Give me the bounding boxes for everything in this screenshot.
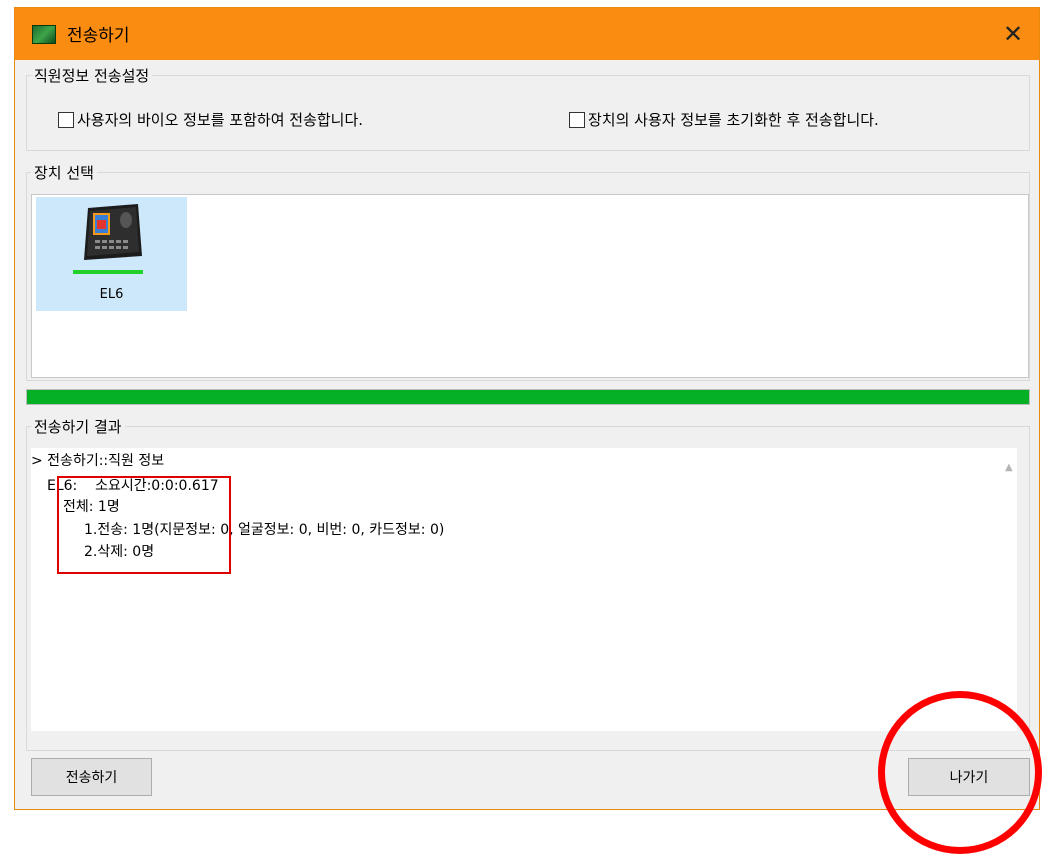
close-icon[interactable]: ✕ — [987, 8, 1039, 60]
progress-fill — [27, 390, 1029, 404]
annotation-highlight-rect — [57, 476, 231, 574]
include-bio-label: 사용자의 바이오 정보를 포함하여 전송합니다. — [77, 111, 364, 129]
device-item-el6[interactable]: EL6 — [36, 197, 187, 311]
checkbox-icon[interactable] — [569, 111, 585, 128]
log-line: > 전송하기::직원 정보 — [31, 453, 165, 469]
window-title: 전송하기 — [67, 26, 130, 46]
init-device-users-checkbox[interactable]: 장치의 사용자 정보를 초기화한 후 전송합니다. — [569, 109, 879, 130]
checkbox-icon[interactable] — [58, 111, 74, 128]
progress-bar — [26, 389, 1030, 405]
horizontal-scrollbar[interactable] — [31, 731, 1001, 746]
title-bar: 전송하기 ✕ — [15, 8, 1039, 60]
employee-settings-group: 직원정보 전송설정 — [26, 65, 1030, 151]
annotation-highlight-circle — [878, 691, 1042, 854]
device-select-legend: 장치 선택 — [34, 164, 94, 182]
fingerprint-terminal-icon — [84, 204, 142, 260]
include-bio-checkbox[interactable]: 사용자의 바이오 정보를 포함하여 전송합니다. — [58, 109, 363, 130]
device-status-bar — [73, 270, 143, 274]
device-name: EL6 — [99, 287, 124, 302]
device-list: EL6 — [31, 194, 1029, 378]
scroll-up-icon[interactable]: ▲ — [1005, 462, 1013, 473]
transfer-dialog: 전송하기 ✕ 직원정보 전송설정 사용자의 바이오 정보를 포함하여 전송합니다… — [14, 7, 1040, 810]
employee-settings-legend: 직원정보 전송설정 — [34, 67, 150, 85]
init-device-users-label: 장치의 사용자 정보를 초기화한 후 전송합니다. — [588, 111, 879, 129]
app-icon — [32, 25, 56, 44]
vertical-scrollbar[interactable]: ▲ — [1001, 448, 1017, 731]
result-legend: 전송하기 결과 — [34, 418, 122, 436]
send-button[interactable]: 전송하기 — [31, 758, 152, 796]
